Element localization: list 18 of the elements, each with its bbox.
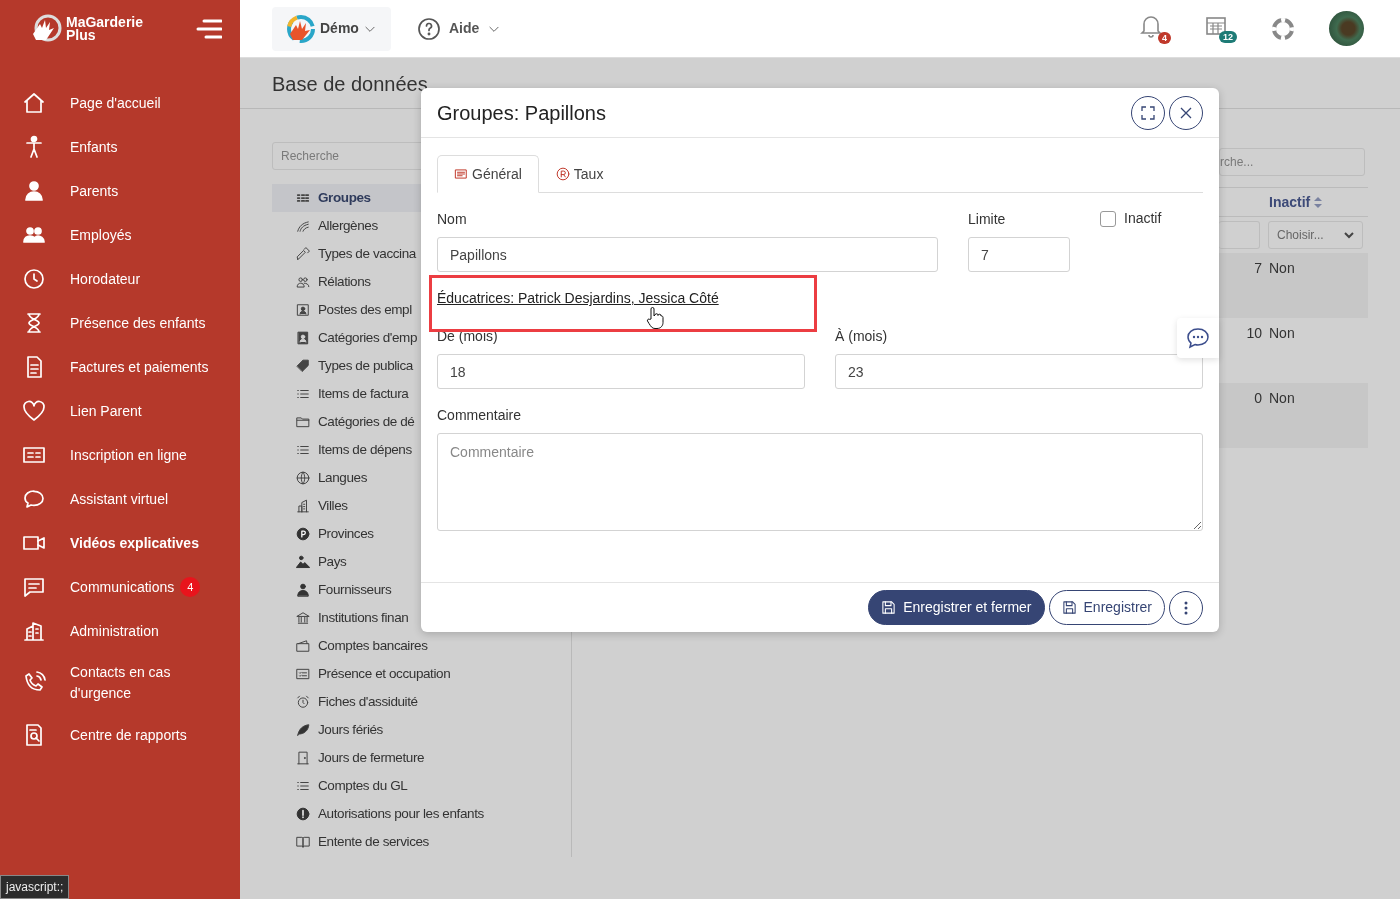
calendar-count: 12 bbox=[1219, 30, 1237, 43]
status-url: javascript:; bbox=[0, 875, 70, 899]
page-title: Base de données bbox=[272, 72, 429, 96]
table-cell-text: 0 bbox=[1253, 389, 1262, 408]
field-label: Nom bbox=[437, 210, 467, 229]
table-cell-text: Non bbox=[1269, 259, 1295, 278]
dialog-title: Groupes: Papillons bbox=[437, 100, 606, 125]
table-cell-text: Non bbox=[1269, 324, 1295, 343]
table-cell-text: 10 bbox=[1245, 324, 1262, 343]
checkbox-label: Inactif bbox=[1124, 209, 1162, 228]
table-cell-text: 7 bbox=[1253, 259, 1262, 278]
field-label: À (mois) bbox=[835, 327, 888, 346]
notification-count: 4 bbox=[1158, 31, 1171, 44]
count-badge: 4 bbox=[180, 577, 201, 597]
table-cell-text: Non bbox=[1269, 389, 1295, 408]
field-label: Limite bbox=[968, 210, 1006, 229]
field-label: Commentaire bbox=[437, 406, 522, 425]
logo-text: MaGarderie Plus bbox=[66, 16, 144, 42]
